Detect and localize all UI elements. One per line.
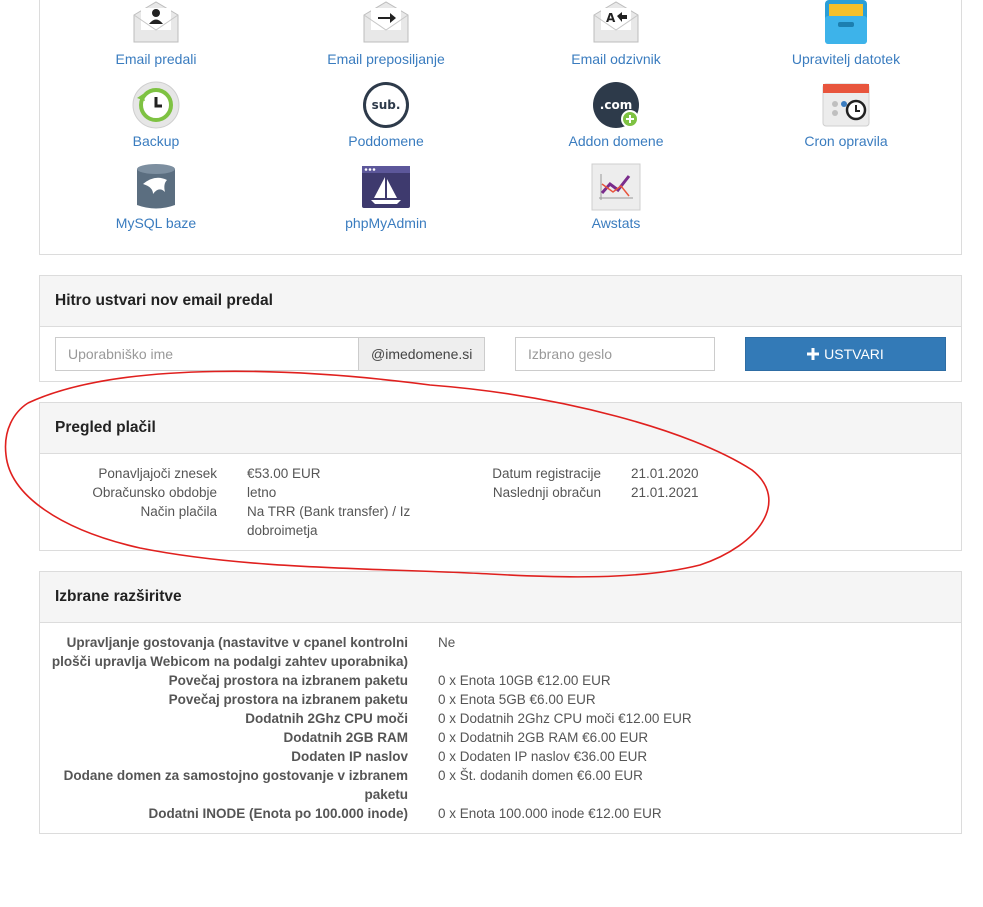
extension-label: Dodatni INODE (Enota po 100.000 inode) [148,806,408,821]
addon-domain-icon: .com [593,82,639,128]
create-button-label: USTVARI [824,346,884,362]
shortcut-label: Email odzivnik [571,51,661,67]
billing-value: 21.01.2020 [631,466,699,481]
shortcut-label: Cron opravila [804,133,888,149]
subdomain-icon: sub. [363,82,409,128]
shortcut-cron-jobs[interactable]: Cron opravila [746,80,946,149]
create-button[interactable]: USTVARI [745,337,946,371]
username-input[interactable]: Uporabniško ime [55,337,359,371]
extension-value: Ne [438,635,456,650]
shortcuts-panel: Email predali Email preposiljanje A Emai… [39,0,962,255]
extension-value: 0 x Enota 10GB €12.00 EUR [438,673,611,688]
shortcut-file-manager[interactable]: Upravitelj datotek [746,0,946,67]
billing-label: Obračunsko obdobje [92,485,217,500]
svg-text:A: A [606,11,616,25]
extension-value: 0 x Dodatnih 2Ghz CPU moči €12.00 EUR [438,711,692,726]
shortcut-label: Awstats [591,215,641,231]
mysql-icon [137,164,175,209]
email-autoresponder-icon: A [593,1,639,43]
extension-value: 0 x Enota 100.000 inode €12.00 EUR [438,806,662,821]
domain-suffix: @imedomene.si [358,337,485,371]
billing-value: letno [247,485,277,500]
subdomain-icon-text: sub. [372,98,401,112]
billing-value: €53.00 EUR [247,466,321,481]
extension-label: Dodatnih 2Ghz CPU moči [245,711,408,726]
extension-value: 0 x Dodatnih 2GB RAM €6.00 EUR [438,730,649,745]
extension-label: Povečaj prostora na izbranem paketu [168,673,408,688]
extension-value: 0 x Št. dodanih domen €6.00 EUR [438,768,643,783]
extension-label: Povečaj prostora na izbranem paketu [168,692,408,707]
file-manager-icon [825,0,867,44]
shortcut-label: Poddomene [348,133,424,149]
shortcut-label: Upravitelj datotek [791,51,901,67]
addon-domain-icon-text: .com [600,98,632,112]
backup-icon [132,81,180,129]
extension-value: 0 x Dodaten IP naslov €36.00 EUR [438,749,648,764]
shortcut-label: Email preposiljanje [327,51,445,67]
shortcut-label: Addon domene [568,133,664,149]
awstats-icon [591,163,641,211]
shortcut-email-forwarding[interactable]: Email preposiljanje [286,0,486,67]
panel-title: Hitro ustvari nov email predal [40,276,961,327]
shortcut-addon-domains[interactable]: .com Addon domene [516,80,716,149]
email-forward-icon [363,1,409,43]
extension-value: 0 x Enota 5GB €6.00 EUR [438,692,596,707]
shortcut-label: MySQL baze [115,215,197,231]
quick-email-panel: Hitro ustvari nov email predal Uporabniš… [39,275,962,382]
panel-title: Izbrane razširitve [40,572,961,623]
shortcut-backup[interactable]: Backup [56,80,256,149]
shortcut-awstats[interactable]: Awstats [516,162,716,231]
extension-label: Dodaten IP naslov [291,749,408,764]
email-account-icon [133,1,179,43]
billing-label: Ponavljajoči znesek [98,466,217,481]
shortcut-mysql[interactable]: MySQL baze [56,162,256,231]
cron-jobs-icon [822,83,870,127]
billing-label: Datum registracije [492,466,601,481]
phpmyadmin-icon [362,166,410,208]
billing-value: 21.01.2021 [631,485,699,500]
shortcut-label: Backup [132,133,180,149]
billing-value: Na TRR (Bank transfer) / Iz dobroimetja [247,504,411,538]
shortcut-label: phpMyAdmin [345,215,427,231]
shortcut-autoresponder[interactable]: A Email odzivnik [516,0,716,67]
shortcut-subdomains[interactable]: sub. Poddomene [286,80,486,149]
extension-label: Dodatnih 2GB RAM [283,730,409,745]
extension-label: Upravljanje gostovanja (nastavitve v cpa… [51,635,408,669]
panel-title: Pregled plačil [40,403,961,454]
extension-label: Dodane domen za samostojno gostovanje v … [63,768,408,802]
billing-label: Način plačila [140,504,217,519]
selected-extensions-panel: Izbrane razširitve Upravljanje gostovanj… [39,571,962,834]
shortcut-phpmyadmin[interactable]: phpMyAdmin [286,162,486,231]
plus-icon [807,348,820,360]
password-input[interactable]: Izbrano geslo [515,337,715,371]
billing-overview-panel: Pregled plačil Ponavljajoči znesek €53.0… [39,402,962,551]
shortcut-label: Email predali [115,51,197,67]
shortcut-email-accounts[interactable]: Email predali [56,0,256,67]
billing-label: Naslednji obračun [492,485,601,500]
